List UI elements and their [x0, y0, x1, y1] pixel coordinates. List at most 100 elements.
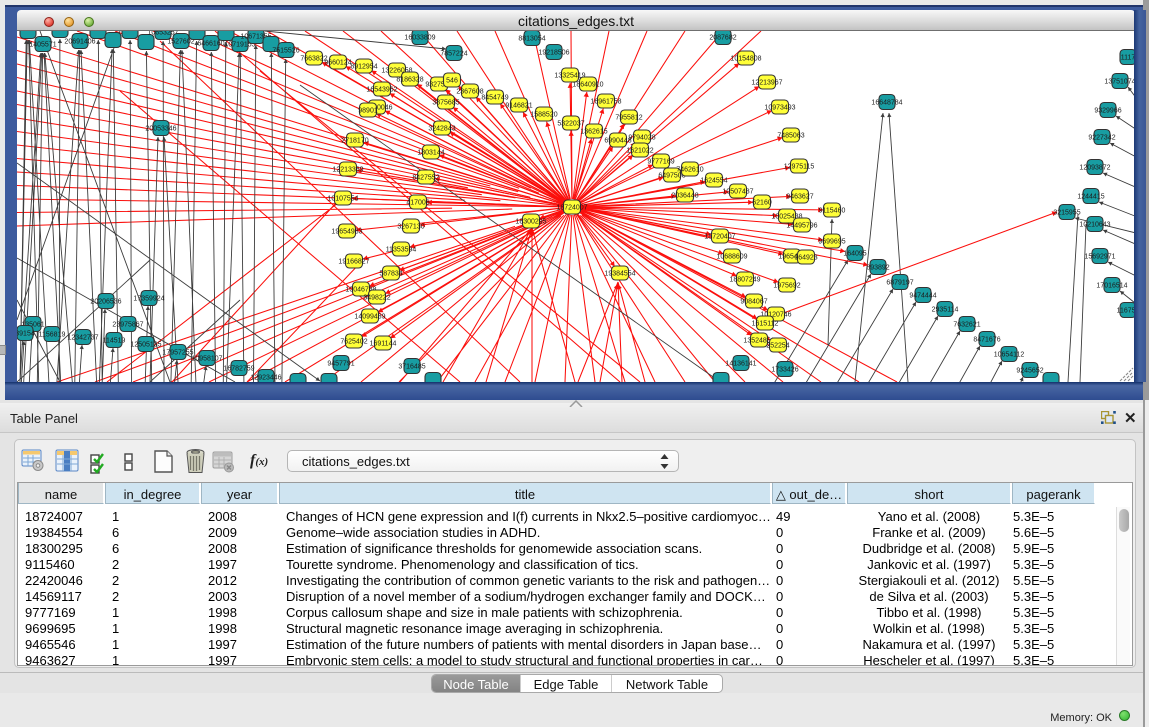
svg-text:7515526: 7515526 — [272, 48, 299, 55]
svg-text:9474444: 9474444 — [909, 293, 936, 300]
svg-text:20691406: 20691406 — [64, 39, 95, 46]
svg-text:3242843: 3242843 — [428, 126, 455, 133]
svg-text:20053346: 20053346 — [145, 126, 176, 133]
svg-text:98901: 98901 — [358, 108, 378, 115]
svg-text:18724007: 18724007 — [556, 205, 587, 212]
svg-text:20206536: 20206536 — [90, 299, 121, 306]
svg-text:16543962: 16543962 — [366, 87, 397, 94]
svg-text:18807249: 18807249 — [729, 277, 760, 284]
svg-text:10654112: 10654112 — [994, 352, 1025, 359]
svg-text:3716485: 3716485 — [398, 364, 425, 371]
svg-text:1244415: 1244415 — [1077, 194, 1104, 201]
svg-text:10973493: 10973493 — [764, 105, 795, 112]
svg-text:1733426: 1733426 — [771, 367, 798, 374]
svg-text:6879197: 6879197 — [886, 280, 913, 287]
svg-text:9115460: 9115460 — [819, 208, 846, 215]
svg-text:12505135: 12505135 — [130, 342, 161, 349]
svg-text:2367608: 2367608 — [456, 89, 483, 96]
svg-text:7955812: 7955812 — [615, 115, 642, 122]
svg-text:1621022: 1621022 — [626, 148, 653, 155]
svg-text:1975692: 1975692 — [773, 283, 800, 290]
svg-text:10210643: 10210643 — [1079, 222, 1110, 229]
svg-text:164095: 164095 — [843, 251, 866, 258]
svg-text:12975115: 12975115 — [784, 164, 815, 171]
svg-text:62160: 62160 — [752, 200, 772, 207]
svg-text:9084067: 9084067 — [740, 299, 767, 306]
svg-text:3215955: 3215955 — [1053, 210, 1080, 217]
svg-text:10958107: 10958107 — [191, 356, 222, 363]
svg-text:18640910: 18640910 — [572, 82, 603, 89]
svg-text:12342737: 12342737 — [67, 335, 98, 342]
svg-text:964923: 964923 — [794, 255, 817, 262]
svg-text:114519: 114519 — [103, 338, 126, 345]
svg-text:16961758: 16961758 — [590, 99, 621, 106]
svg-text:14495796: 14495796 — [786, 223, 817, 230]
svg-text:116753: 116753 — [1117, 308, 1135, 315]
svg-text:14099489: 14099489 — [354, 314, 385, 321]
svg-text:8813054: 8813054 — [518, 36, 545, 43]
svg-text:9794028: 9794028 — [628, 135, 655, 142]
svg-text:15692971: 15692971 — [1084, 254, 1115, 261]
svg-text:15720407: 15720407 — [704, 234, 735, 241]
svg-text:417006: 417006 — [406, 200, 429, 207]
svg-text:9777169: 9777169 — [647, 159, 674, 166]
svg-text:12923446: 12923446 — [250, 375, 281, 382]
svg-text:8186328: 8186328 — [396, 77, 423, 84]
svg-text:5322037: 5322037 — [557, 121, 584, 128]
svg-text:893892: 893892 — [866, 265, 889, 272]
svg-text:8471676: 8471676 — [973, 337, 1000, 344]
svg-text:2087682: 2087682 — [709, 35, 736, 42]
svg-text:12213369: 12213369 — [332, 167, 363, 174]
svg-text:19218506: 19218506 — [538, 50, 569, 57]
svg-text:1615112: 1615112 — [752, 321, 779, 328]
svg-text:9227342: 9227342 — [1088, 135, 1115, 142]
svg-text:9245652: 9245652 — [1016, 368, 1043, 375]
svg-text:3498222: 3498222 — [363, 295, 390, 302]
svg-text:6466160: 6466160 — [197, 41, 224, 48]
svg-text:1527602: 1527602 — [167, 39, 194, 46]
svg-text:1691144: 1691144 — [370, 341, 397, 348]
svg-text:1588520: 1588520 — [530, 112, 557, 119]
svg-text:9660124: 9660124 — [324, 60, 351, 67]
svg-text:23975867: 23975867 — [112, 322, 143, 329]
svg-text:7632621: 7632621 — [953, 322, 980, 329]
svg-text:1362615: 1362615 — [580, 129, 607, 136]
svg-text:14136141: 14136141 — [725, 361, 756, 368]
svg-text:9699695: 9699695 — [818, 239, 845, 246]
svg-text:1803144: 1803144 — [417, 150, 444, 157]
svg-text:19654983: 19654983 — [331, 229, 362, 236]
svg-text:8427552: 8427552 — [412, 175, 439, 182]
svg-text:7462610: 7462610 — [676, 167, 703, 174]
svg-text:7485063: 7485063 — [777, 133, 804, 140]
svg-text:10507487: 10507487 — [722, 189, 753, 196]
svg-text:18300295: 18300295 — [515, 219, 546, 226]
svg-text:11353594: 11353594 — [386, 247, 417, 254]
svg-text:39154: 39154 — [17, 331, 35, 338]
svg-text:12213967: 12213967 — [751, 80, 782, 87]
svg-text:13751074: 13751074 — [1104, 79, 1135, 86]
svg-text:9457791: 9457791 — [327, 361, 354, 368]
svg-text:2036448: 2036448 — [671, 193, 698, 200]
svg-text:8912954: 8912954 — [350, 64, 377, 71]
svg-text:19166827: 19166827 — [338, 259, 369, 266]
svg-text:19384554: 19384554 — [604, 271, 635, 278]
svg-text:2718170: 2718170 — [341, 138, 368, 145]
svg-text:252254: 252254 — [766, 343, 789, 350]
svg-text:3267130: 3267130 — [397, 224, 424, 231]
svg-text:7625402: 7625402 — [340, 339, 367, 346]
svg-text:9463627: 9463627 — [786, 194, 813, 201]
svg-text:17016514: 17016514 — [1096, 283, 1127, 290]
svg-text:1624554: 1624554 — [700, 178, 727, 185]
svg-text:7857224: 7857224 — [440, 51, 467, 58]
svg-text:9146821: 9146821 — [505, 103, 532, 110]
svg-text:10154808: 10154808 — [730, 56, 761, 63]
svg-text:1156819: 1156819 — [39, 332, 66, 339]
svg-text:546: 546 — [446, 78, 458, 85]
svg-text:1405571: 1405571 — [29, 42, 56, 49]
svg-text:12093872: 12093872 — [1079, 165, 1110, 172]
svg-text:3875685: 3875685 — [432, 100, 459, 107]
svg-text:17359924: 17359924 — [133, 296, 164, 303]
svg-text:10107554: 10107554 — [327, 196, 358, 203]
svg-text:587834: 587834 — [379, 271, 402, 278]
svg-text:8454749: 8454749 — [481, 95, 508, 102]
